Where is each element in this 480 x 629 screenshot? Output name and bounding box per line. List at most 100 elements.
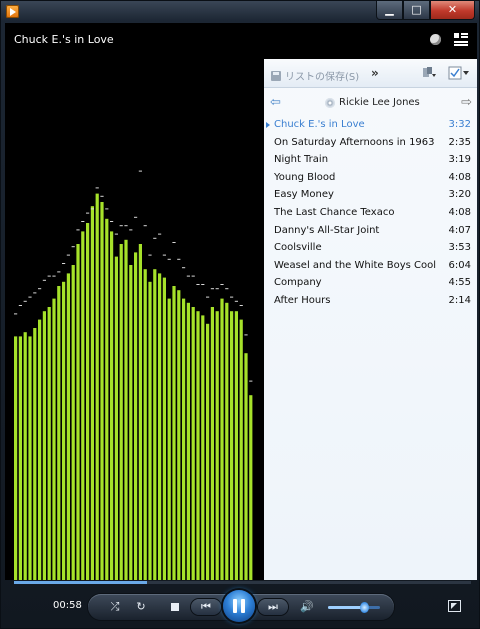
- track-row[interactable]: Young Blood 4:08: [264, 169, 477, 187]
- previous-button[interactable]: ⏮: [191, 599, 221, 615]
- visualizer-peak: [28, 296, 32, 298]
- visualizer-bar: [234, 311, 238, 580]
- visualizer-bar: [172, 286, 176, 580]
- list-options-icon[interactable]: [448, 66, 470, 80]
- track-row[interactable]: The Last Chance Texaco 4:08: [264, 204, 477, 222]
- visualizer-bar: [225, 302, 229, 580]
- visualizer-bar: [206, 323, 210, 580]
- visualizer-peak: [134, 216, 138, 218]
- shuffle-button[interactable]: ⤮: [106, 599, 124, 615]
- volume-level: [328, 606, 365, 609]
- visualizer-peak: [182, 267, 186, 269]
- track-row[interactable]: Company 4:55: [264, 274, 477, 292]
- track-name: After Hours: [274, 294, 331, 306]
- track-duration: 3:19: [448, 154, 471, 166]
- track-row[interactable]: On Saturday Afternoons in 1963 2:35: [264, 134, 477, 152]
- media-guide-icon[interactable]: [430, 34, 441, 45]
- visualizer-bar: [71, 265, 75, 580]
- visualizer-peak: [124, 225, 128, 227]
- media-player-app-icon: [6, 5, 19, 18]
- now-playing-title: Chuck E.'s in Love: [14, 33, 114, 46]
- player-window: ▁ □ ✕ Chuck E.'s in Love リストの保存(S) » ⇦ R…: [0, 0, 480, 629]
- visualizer-bar: [196, 311, 200, 580]
- window-controls: ▁ □ ✕: [376, 1, 475, 20]
- next-list-button[interactable]: ⇨: [461, 95, 472, 110]
- visualizer-peak: [138, 170, 142, 172]
- visualizer-peak: [177, 258, 181, 260]
- track-row[interactable]: Coolsville 3:53: [264, 239, 477, 257]
- visualizer-peak: [230, 296, 234, 298]
- track-row[interactable]: Night Train 3:19: [264, 151, 477, 169]
- visualizer-bar: [167, 298, 171, 580]
- visualizer: Chuck E.'s in Love: [5, 23, 264, 580]
- now-playing-marker-icon: [266, 122, 270, 128]
- visualizer-bar: [33, 328, 37, 580]
- transport-controls: ⤮ ↻ ⏮ ⏭ 🔊: [88, 590, 394, 622]
- visualizer-peak: [110, 221, 114, 222]
- track-duration: 3:32: [448, 119, 471, 130]
- maximize-button[interactable]: □: [403, 1, 430, 20]
- visualizer-bar: [90, 206, 94, 580]
- visualizer-bar: [244, 353, 248, 580]
- track-duration: 6:04: [448, 259, 471, 271]
- visualizer-peak: [14, 313, 18, 315]
- visualizer-peak: [114, 233, 118, 235]
- visualizer-bar: [143, 269, 147, 580]
- visualizer-bar: [220, 298, 224, 580]
- visualizer-bar: [52, 298, 56, 580]
- mute-button[interactable]: 🔊: [298, 599, 316, 615]
- visualizer-peak: [201, 284, 205, 285]
- next-button[interactable]: ⏭: [258, 599, 288, 615]
- close-button[interactable]: ✕: [430, 1, 475, 20]
- volume-slider[interactable]: [328, 602, 380, 613]
- visualizer-bar: [76, 244, 80, 580]
- more-commands-button[interactable]: »: [371, 66, 379, 80]
- visualizer-peak: [81, 221, 85, 222]
- visualizer-peak: [143, 225, 147, 227]
- track-list: Chuck E.'s in Love 3:32 On Saturday Aftern…: [264, 116, 477, 310]
- track-row[interactable]: Chuck E.'s in Love 3:32: [264, 116, 477, 134]
- volume-thumb[interactable]: [360, 602, 370, 613]
- seek-progress: [14, 581, 147, 584]
- switch-layout-icon[interactable]: [454, 33, 468, 46]
- save-list-button[interactable]: リストの保存(S): [271, 68, 359, 83]
- visualizer-peak: [38, 288, 42, 290]
- stop-button[interactable]: [166, 599, 184, 615]
- track-duration: 4:07: [448, 224, 471, 236]
- visualizer-peak: [234, 300, 238, 302]
- visualizer-peak: [76, 229, 80, 231]
- visualizer-peak: [210, 288, 214, 290]
- track-row[interactable]: After Hours 2:14: [264, 292, 477, 310]
- playlist-pane: リストの保存(S) » ⇦ Rickie Lee Jones ⇨ Chuck E…: [264, 23, 477, 580]
- playlist-header: [264, 23, 477, 59]
- previous-list-button[interactable]: ⇦: [270, 95, 281, 110]
- visualizer-bar: [129, 265, 133, 580]
- visualizer-peak: [153, 237, 157, 239]
- pause-button[interactable]: [223, 590, 255, 622]
- repeat-button[interactable]: ↻: [132, 599, 150, 615]
- track-name: On Saturday Afternoons in 1963: [274, 136, 435, 148]
- title-bar[interactable]: ▁ □ ✕: [1, 1, 480, 23]
- visualizer-peak: [186, 275, 190, 277]
- visualizer-peak: [47, 275, 51, 277]
- visualizer-peak: [239, 305, 243, 306]
- track-row[interactable]: Weasel and the White Boys Cool 6:04: [264, 257, 477, 275]
- visualizer-bar: [57, 286, 61, 580]
- visualizer-bar: [95, 193, 99, 580]
- track-row[interactable]: Easy Money 3:20: [264, 186, 477, 204]
- visualizer-peak: [71, 246, 75, 248]
- visualizer-bar: [66, 273, 70, 580]
- visualizer-bar: [38, 319, 42, 580]
- visualizer-peak: [90, 208, 94, 210]
- seek-bar[interactable]: [14, 581, 471, 584]
- visualizer-peak: [244, 334, 248, 336]
- visualizer-peak: [95, 187, 99, 189]
- visualizer-bars: [14, 170, 253, 580]
- track-duration: 2:35: [448, 136, 471, 148]
- minimize-button[interactable]: ▁: [376, 1, 403, 20]
- playlist-options-icon[interactable]: [422, 66, 436, 80]
- track-row[interactable]: Danny's All-Star Joint 4:07: [264, 222, 477, 240]
- track-name: Danny's All-Star Joint: [274, 224, 380, 236]
- switch-to-library-button[interactable]: [448, 600, 461, 612]
- visualizer-peak: [191, 275, 195, 277]
